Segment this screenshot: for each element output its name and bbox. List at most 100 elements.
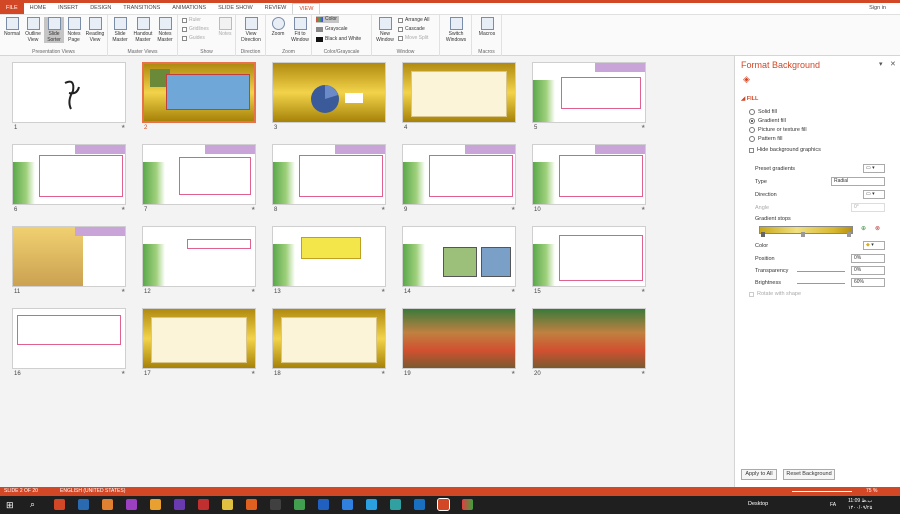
slide-thumbnail-15[interactable] — [532, 226, 646, 287]
slide-thumbnail-18[interactable] — [272, 308, 386, 369]
color-dropdown[interactable]: ◆ ▾ — [863, 241, 885, 250]
slide-thumbnail-13[interactable] — [272, 226, 386, 287]
outline-view-button[interactable]: Outline View — [23, 17, 43, 43]
transparency-spinner[interactable]: 0% — [851, 266, 885, 275]
hide-background-checkbox[interactable]: Hide background graphics — [749, 147, 821, 153]
reading-view-button[interactable]: Reading View — [85, 17, 105, 43]
app-icon[interactable] — [78, 499, 89, 510]
notes-master-button[interactable]: Notes Master — [155, 17, 175, 43]
app-icon[interactable] — [462, 499, 473, 510]
telegram-icon[interactable] — [366, 499, 377, 510]
apply-to-all-button[interactable]: Apply to All — [741, 469, 777, 480]
tab-review[interactable]: REVIEW — [259, 3, 293, 14]
premiere-icon[interactable] — [126, 499, 137, 510]
picture-fill-option[interactable]: Picture or texture fill — [749, 127, 807, 133]
grayscale-button[interactable]: Grayscale — [316, 26, 348, 33]
gradient-stops-bar[interactable] — [759, 226, 853, 234]
add-stop-icon[interactable]: ⊕ — [861, 225, 866, 232]
slide-thumbnail-11[interactable] — [12, 226, 126, 287]
zoom-level[interactable]: 75 % — [866, 487, 877, 496]
handout-master-button[interactable]: Handout Master — [132, 17, 154, 43]
slide-thumbnail-1[interactable] — [12, 62, 126, 123]
gradient-stop-handle[interactable] — [761, 232, 765, 237]
pattern-fill-option[interactable]: Pattern fill — [749, 136, 782, 142]
remove-stop-icon[interactable]: ⊗ — [875, 225, 880, 232]
reset-background-button[interactable]: Reset Background — [783, 469, 835, 480]
close-icon[interactable]: ✕ — [890, 60, 896, 68]
windows-start-icon[interactable]: ⊞ — [6, 500, 14, 511]
slide-thumbnail-12[interactable] — [142, 226, 256, 287]
acrobat-icon[interactable] — [54, 499, 65, 510]
direction-dropdown[interactable]: ▭ ▾ — [863, 190, 885, 199]
notes-page-button[interactable]: Notes Page — [65, 17, 83, 43]
gridlines-checkbox[interactable]: Gridlines — [182, 26, 209, 33]
folder-icon[interactable] — [222, 499, 233, 510]
slide-sorter-area[interactable]: 1 ★ 2 3 4 5 ★ 6 ★ 7 ★ 8 ★ 9 ★ 10 ★ 11 ★ … — [0, 56, 734, 487]
clock-date[interactable]: ۱۴۰۰/۰۹/۲۵ — [848, 505, 872, 511]
slide-thumbnail-16[interactable] — [12, 308, 126, 369]
slide-thumbnail-2[interactable] — [142, 62, 256, 123]
solid-fill-option[interactable]: Solid fill — [749, 109, 777, 115]
tab-design[interactable]: DESIGN — [84, 3, 117, 14]
gradient-stop-handle[interactable] — [847, 232, 851, 237]
language-indicator[interactable]: ENGLISH (UNITED STATES) — [60, 487, 125, 496]
firefox-icon[interactable] — [246, 499, 257, 510]
slide-thumbnail-4[interactable] — [402, 62, 516, 123]
tab-animations[interactable]: ANIMATIONS — [166, 3, 212, 14]
zoom-button[interactable]: Zoom — [268, 17, 288, 37]
normal-view-button[interactable]: Normal — [2, 17, 22, 37]
rotate-with-shape-checkbox[interactable]: Rotate with shape — [749, 291, 801, 297]
slide-thumbnail-9[interactable] — [402, 144, 516, 205]
app-icon[interactable] — [198, 499, 209, 510]
cascade-button[interactable]: Cascade — [398, 26, 425, 33]
edge-icon[interactable] — [414, 499, 425, 510]
search-icon[interactable]: ⌕ — [30, 499, 35, 510]
slide-thumbnail-7[interactable] — [142, 144, 256, 205]
slide-thumbnail-14[interactable] — [402, 226, 516, 287]
switch-windows-button[interactable]: Switch Windows — [442, 17, 470, 43]
app-icon[interactable] — [270, 499, 281, 510]
app-icon[interactable] — [390, 499, 401, 510]
fill-section-header[interactable]: ◢ FILL — [741, 96, 758, 102]
gradient-stop-handle[interactable] — [801, 232, 805, 237]
desktop-toolbar[interactable]: Desktop — [748, 501, 768, 507]
chrome-icon[interactable] — [294, 499, 305, 510]
slide-thumbnail-5[interactable] — [532, 62, 646, 123]
brightness-slider[interactable] — [797, 283, 845, 284]
new-window-button[interactable]: New Window — [374, 17, 396, 43]
tab-slide-show[interactable]: SLIDE SHOW — [212, 3, 259, 14]
app-icon[interactable] — [102, 499, 113, 510]
ruler-checkbox[interactable]: Ruler — [182, 17, 201, 24]
pane-dropdown-icon[interactable]: ▾ — [879, 60, 883, 68]
sign-in-link[interactable]: Sign in — [869, 3, 886, 14]
slide-thumbnail-19[interactable] — [402, 308, 516, 369]
slide-thumbnail-17[interactable] — [142, 308, 256, 369]
input-language[interactable]: FA — [830, 502, 836, 508]
arrange-all-button[interactable]: Arrange All — [398, 17, 429, 24]
macros-button[interactable]: Macros — [476, 17, 498, 37]
powerpoint-icon[interactable] — [437, 498, 450, 511]
slide-thumbnail-3[interactable] — [272, 62, 386, 123]
preset-gradients-dropdown[interactable]: ▭ ▾ — [863, 164, 885, 173]
position-spinner[interactable]: 0% — [851, 254, 885, 263]
brightness-spinner[interactable]: 60% — [851, 278, 885, 287]
clock-time[interactable]: 11:09 ب.ظ — [848, 498, 872, 504]
black-white-button[interactable]: Black and White — [316, 36, 361, 43]
fit-to-window-button[interactable]: Fit to Window — [289, 17, 311, 43]
tab-home[interactable]: HOME — [24, 3, 53, 14]
tab-file[interactable]: FILE — [0, 3, 24, 14]
tab-view[interactable]: VIEW — [292, 3, 321, 14]
zoom-slider[interactable] — [792, 491, 852, 492]
after-effects-icon[interactable] — [174, 499, 185, 510]
slide-thumbnail-10[interactable] — [532, 144, 646, 205]
illustrator-icon[interactable] — [150, 499, 161, 510]
move-split-button[interactable]: Move Split — [398, 35, 428, 42]
fill-bucket-icon[interactable]: ◈ — [743, 74, 750, 85]
app-icon[interactable] — [318, 499, 329, 510]
angle-spinner[interactable]: 0° — [851, 203, 885, 212]
slide-sorter-button[interactable]: Slide Sorter — [44, 17, 64, 43]
view-direction-button[interactable]: View Direction — [238, 17, 264, 43]
guides-checkbox[interactable]: Guides — [182, 35, 205, 42]
color-button[interactable]: Color — [316, 16, 339, 23]
slide-thumbnail-20[interactable] — [532, 308, 646, 369]
